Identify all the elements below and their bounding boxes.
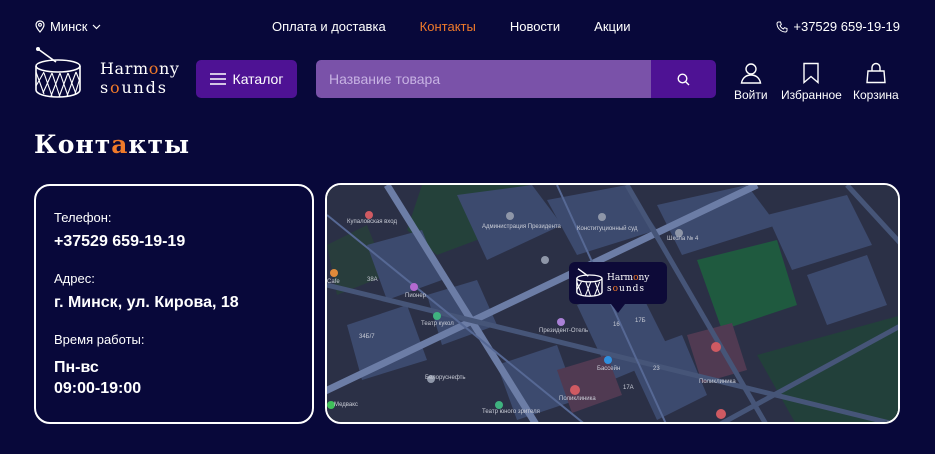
location-pin-icon: [35, 20, 45, 33]
logo-text-part: unds: [121, 78, 168, 97]
contact-info-card: Телефон: +37529 659-19-19 Адрес: г. Минс…: [34, 184, 314, 424]
address-label: Адрес:: [54, 271, 95, 286]
map-label: Белоруснефть: [425, 375, 466, 381]
cart-action[interactable]: Корзина: [853, 62, 899, 102]
city-selector[interactable]: Минск: [35, 19, 101, 34]
page-title-accent: а: [111, 130, 129, 159]
logo-text-part: Harm: [100, 59, 149, 78]
logo-text-accent: o: [110, 78, 122, 97]
location-map[interactable]: Купаловская вход Администрация Президент…: [325, 183, 900, 424]
logo-text-part: ny: [158, 59, 180, 78]
map-label: Бассейн: [597, 366, 621, 372]
login-action[interactable]: Войти: [734, 62, 768, 102]
bookmark-icon: [803, 62, 820, 84]
cart-label: Корзина: [853, 88, 899, 102]
map-label: Театр кукол: [421, 321, 454, 327]
search-icon: [677, 72, 690, 85]
map-label: Конституционный суд: [577, 226, 638, 232]
search-input[interactable]: [316, 60, 651, 98]
user-icon: [740, 63, 762, 84]
hours-days: Пн-вс: [54, 359, 99, 376]
map-label: 38А: [367, 277, 378, 283]
logo-text-accent: o: [148, 59, 159, 78]
map-label: 17Б: [635, 318, 646, 324]
search-button[interactable]: [651, 60, 716, 98]
favorites-label: Избранное: [781, 88, 842, 102]
page-title-part: Конт: [34, 130, 112, 159]
map-label: Купаловская вход: [347, 219, 397, 225]
city-label: Минск: [50, 19, 88, 34]
store-location-pin[interactable]: Harmony sounds: [569, 262, 667, 313]
hours-label: Время работы:: [54, 332, 145, 347]
login-label: Войти: [734, 88, 768, 102]
drum-logo-icon: [576, 268, 603, 297]
phone-label: Телефон:: [54, 210, 112, 225]
catalog-button[interactable]: Каталог: [196, 60, 297, 98]
map-label: 17А: [623, 385, 634, 391]
chevron-down-icon: [93, 24, 101, 29]
header-phone-number: +37529 659-19-19: [793, 19, 900, 34]
header-phone[interactable]: +37529 659-19-19: [776, 19, 900, 34]
nav-link-contacts[interactable]: Контакты: [420, 19, 476, 34]
nav-link-promotions[interactable]: Акции: [594, 19, 630, 34]
hamburger-menu-icon: [209, 73, 226, 85]
hours-value: Пн-вс 09:00-19:00: [54, 357, 294, 399]
map-label: Театр юного зрителя: [482, 409, 540, 415]
phone-value[interactable]: +37529 659-19-19: [54, 233, 294, 251]
pin-wordmark: Harmony sounds: [607, 273, 649, 295]
phone-icon: [776, 21, 788, 33]
site-logo[interactable]: Harmony sounds: [34, 46, 194, 102]
map-label: Администрация Президента: [482, 224, 561, 230]
logo-wordmark: Harmony sounds: [100, 59, 180, 97]
map-label: Поликлиника: [559, 396, 596, 402]
bag-icon: [866, 62, 886, 84]
logo-text-part: ny: [638, 273, 650, 283]
map-label: Поликлиника: [699, 379, 736, 385]
map-label: Медвакс: [334, 402, 358, 408]
favorites-action[interactable]: Избранное: [781, 62, 842, 102]
top-nav: Оплата и доставка Контакты Новости Акции: [272, 19, 664, 34]
map-label: Пионер: [405, 293, 426, 299]
page-title: Контакты: [34, 130, 190, 159]
phone-group: Телефон: +37529 659-19-19: [54, 210, 294, 251]
drum-logo-icon: [35, 47, 81, 98]
hours-group: Время работы: Пн-вс 09:00-19:00: [54, 332, 294, 399]
nav-link-news[interactable]: Новости: [510, 19, 560, 34]
map-label: Президент-Отель: [539, 328, 588, 334]
top-bar: Минск Оплата и доставка Контакты Новости…: [0, 0, 935, 52]
page-title-part: кты: [128, 130, 191, 159]
map-label: Cafe: [327, 279, 340, 285]
address-group: Адрес: г. Минск, ул. Кирова, 18: [54, 271, 294, 312]
map-label: 16: [613, 322, 620, 328]
search-bar: [316, 60, 716, 98]
map-label: 23: [653, 366, 660, 372]
logo-text-part: s: [100, 78, 111, 97]
hours-time: 09:00-19:00: [54, 380, 142, 397]
nav-link-delivery[interactable]: Оплата и доставка: [272, 19, 386, 34]
catalog-button-label: Каталог: [232, 71, 284, 87]
address-value: г. Минск, ул. Кирова, 18: [54, 294, 239, 311]
map-label: Школа № 4: [667, 236, 699, 242]
logo-text-part: unds: [619, 284, 646, 294]
logo-text-part: Harm: [607, 273, 634, 283]
map-label: 34Б/7: [359, 334, 375, 340]
